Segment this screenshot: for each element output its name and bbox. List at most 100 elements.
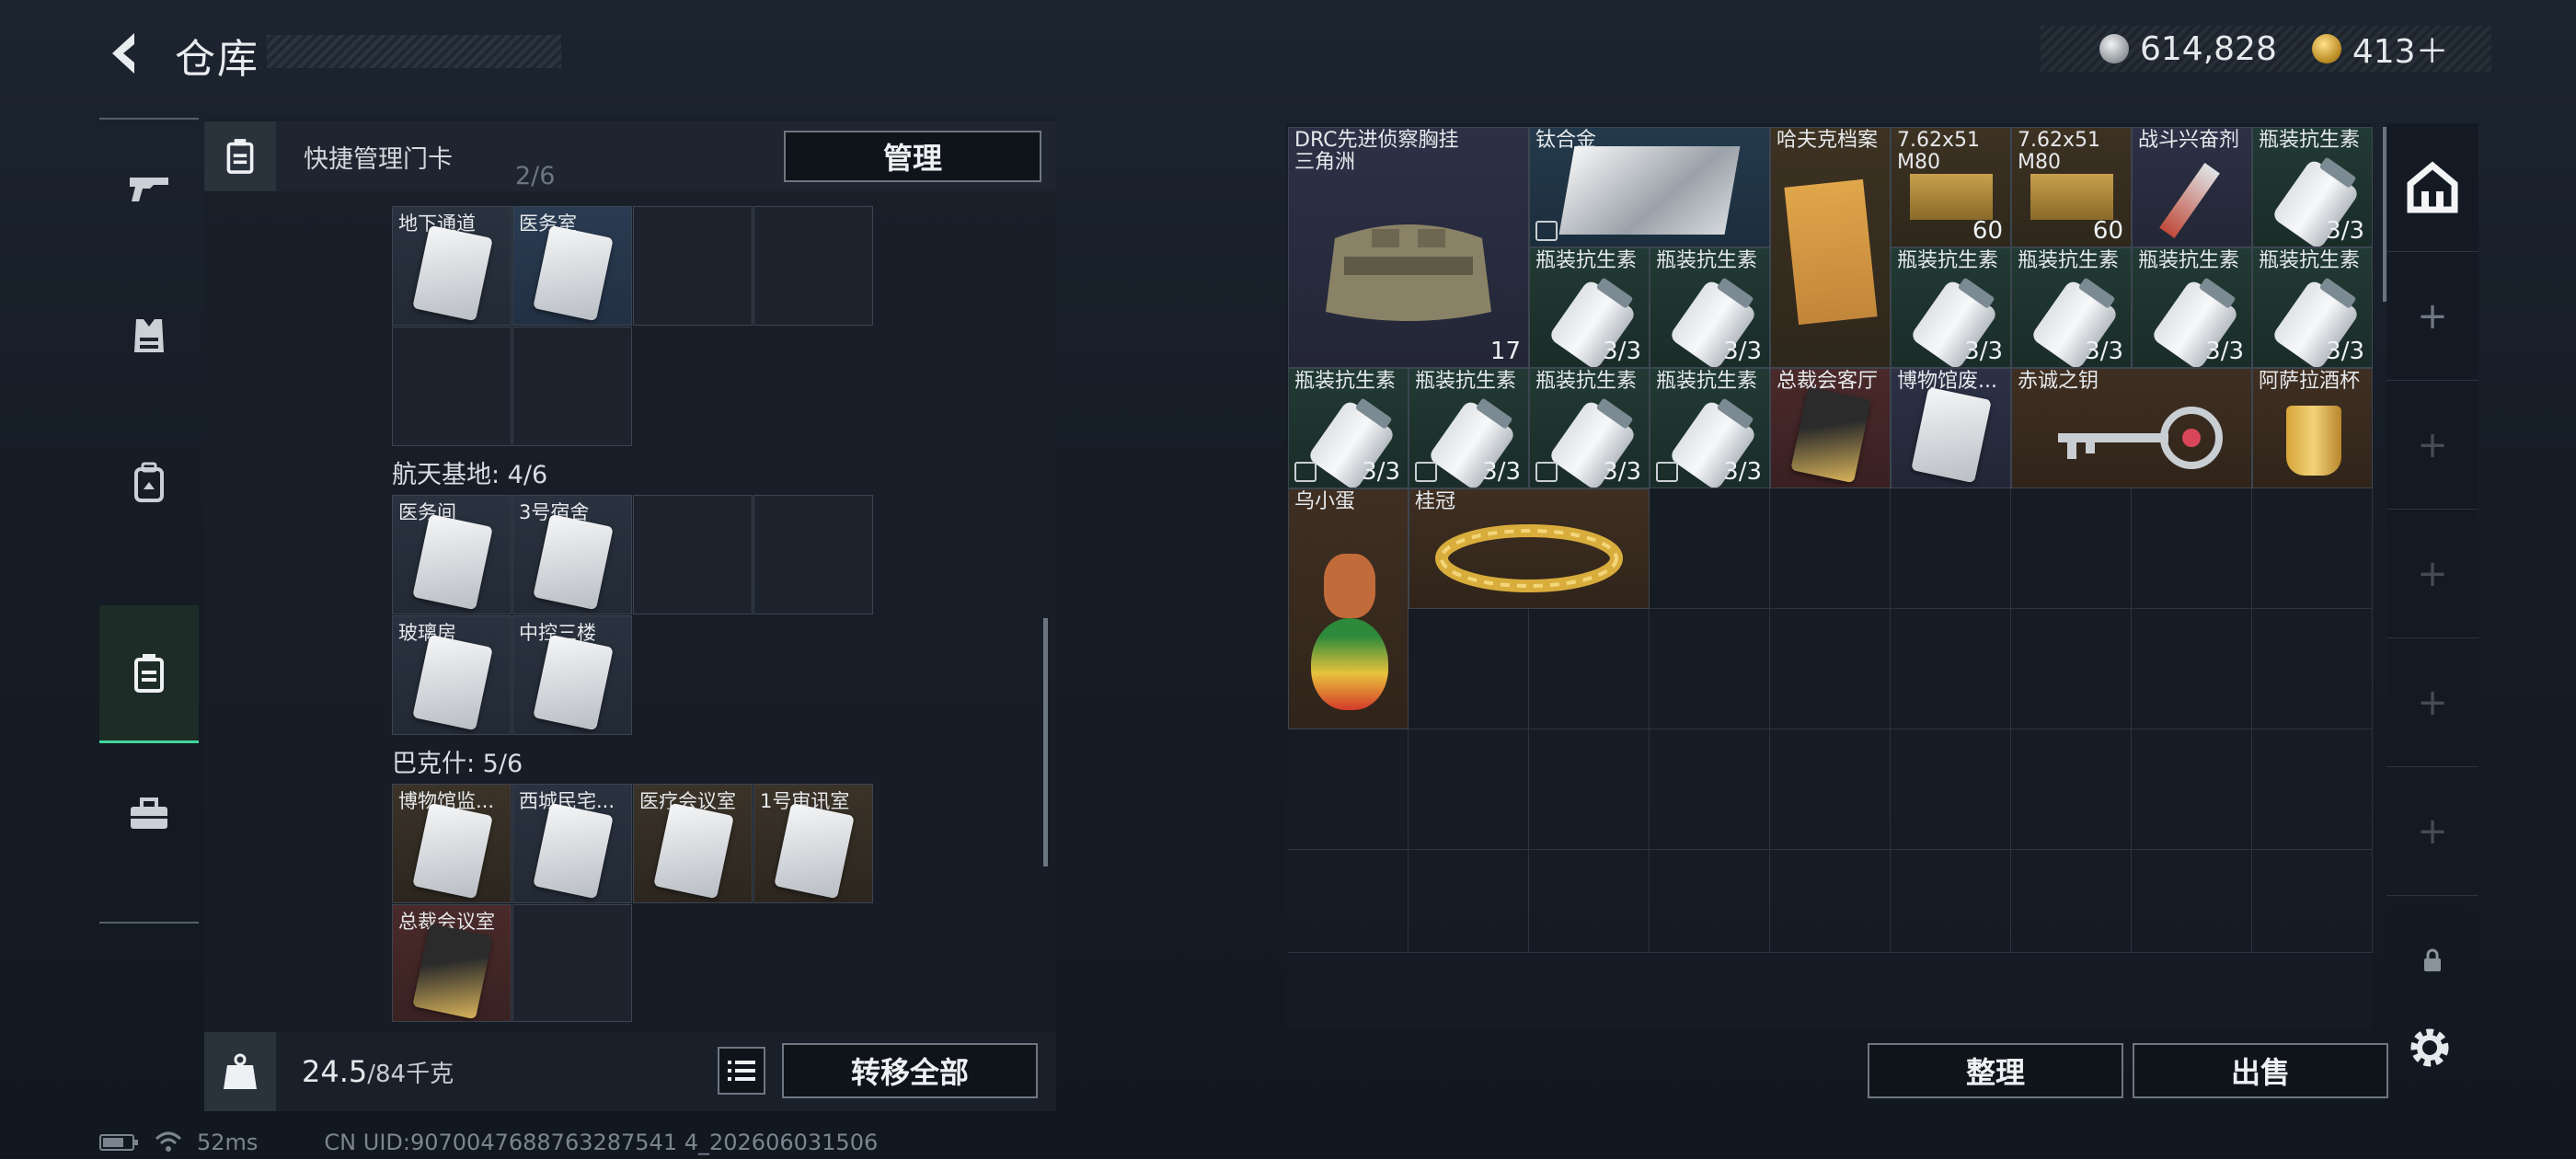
back-arrow-icon[interactable] — [99, 28, 151, 79]
grid-cell[interactable] — [1409, 729, 1529, 850]
list-view-button[interactable] — [718, 1047, 765, 1095]
grid-cell[interactable] — [2132, 609, 2252, 729]
inventory-item-keycard[interactable]: 博物馆废... — [1891, 368, 2011, 488]
inventory-item-keycard[interactable]: 总裁会客厅 — [1770, 368, 1891, 488]
nav-armor[interactable] — [99, 267, 199, 405]
keycard-slot[interactable]: 总裁会议室 — [392, 904, 512, 1022]
inventory-item-key[interactable]: 赤诚之钥 — [2011, 368, 2252, 488]
scrollbar[interactable] — [1043, 618, 1048, 866]
add-container-button[interactable]: + — [2386, 510, 2478, 638]
keycard-slot[interactable]: 博物馆监... — [392, 784, 512, 903]
grid-cell[interactable] — [1770, 488, 1891, 609]
keycard-slot[interactable]: 中控三楼 — [512, 615, 632, 735]
grid-cell[interactable] — [1891, 850, 2011, 953]
inventory-item-cup[interactable]: 阿萨拉酒杯 — [2252, 368, 2373, 488]
inventory-item-antibiotic[interactable]: 瓶装抗生素 3/3 — [2252, 127, 2373, 247]
empty-slot[interactable] — [512, 327, 632, 446]
inventory-item-ammo[interactable]: 7.62x51 M80 60 — [2011, 127, 2132, 247]
inventory-item-antibiotic[interactable]: 瓶装抗生素 3/3 — [1650, 368, 1770, 488]
inventory-item-file[interactable]: 哈夫克档案 — [1770, 127, 1891, 368]
empty-slot[interactable] — [633, 206, 753, 326]
grid-cell[interactable] — [1409, 850, 1529, 953]
grid-cell[interactable] — [1650, 488, 1770, 609]
add-container-button[interactable]: + — [2386, 638, 2478, 767]
grid-cell[interactable] — [2252, 729, 2373, 850]
grid-cell[interactable] — [2252, 850, 2373, 953]
grid-cell[interactable] — [1650, 729, 1770, 850]
keycard-slot[interactable]: 医务室 — [512, 206, 632, 326]
grid-cell[interactable] — [2132, 850, 2252, 953]
gold-amount[interactable]: 413＋ — [2352, 25, 2449, 73]
inventory-item-antibiotic[interactable]: 瓶装抗生素 3/3 — [1891, 247, 2011, 368]
grid-cell[interactable] — [2132, 488, 2252, 609]
grid-cell[interactable] — [1529, 609, 1650, 729]
grid-cell[interactable] — [1650, 850, 1770, 953]
inventory-item-antibiotic[interactable]: 瓶装抗生素 3/3 — [2252, 247, 2373, 368]
warehouse-tab[interactable] — [2386, 123, 2478, 252]
empty-slot[interactable] — [633, 495, 753, 614]
empty-slot[interactable] — [512, 904, 632, 1022]
grid-cell[interactable] — [1650, 609, 1770, 729]
lock-icon — [2424, 948, 2441, 971]
grid-cell[interactable] — [1891, 609, 2011, 729]
settings-gear-icon[interactable] — [2405, 1023, 2455, 1076]
inventory-item-antibiotic[interactable]: 瓶装抗生素 3/3 — [1529, 247, 1650, 368]
grid-cell[interactable] — [1891, 729, 2011, 850]
grid-cell[interactable] — [1891, 488, 2011, 609]
nav-keycard-case[interactable] — [99, 605, 199, 743]
keycard-slot[interactable]: 地下通道 — [392, 206, 512, 326]
nav-backpack[interactable] — [99, 414, 199, 552]
plus-icon: + — [2417, 809, 2448, 853]
transfer-all-button[interactable]: 转移全部 — [782, 1043, 1038, 1098]
add-container-button[interactable]: + — [2386, 381, 2478, 510]
nav-weapons[interactable] — [99, 120, 199, 258]
grid-cell[interactable] — [1288, 850, 1409, 953]
grid-cell[interactable] — [1770, 609, 1891, 729]
grid-cell[interactable] — [2252, 488, 2373, 609]
sort-button[interactable]: 整理 — [1868, 1043, 2123, 1098]
inventory-item-stim[interactable]: 战斗兴奋剂 — [2132, 127, 2252, 247]
grid-cell[interactable] — [1288, 729, 1409, 850]
add-container-button[interactable]: + — [2386, 767, 2478, 896]
keycard-slot[interactable]: 医务间 — [392, 495, 512, 614]
keycard-slot[interactable]: 1号审讯室 — [753, 784, 873, 903]
inventory-item-crown[interactable]: 桂冠 — [1409, 488, 1650, 609]
backpack-icon — [134, 462, 164, 502]
empty-slot[interactable] — [753, 206, 873, 326]
grid-cell[interactable] — [1770, 850, 1891, 953]
keycard-slot[interactable]: 西城民宅... — [512, 784, 632, 903]
inventory-item-vest[interactable]: DRC先进侦察胸挂 三角洲 17 — [1288, 127, 1529, 368]
inventory-item-antibiotic[interactable]: 瓶装抗生素 3/3 — [1529, 368, 1650, 488]
grid-cell[interactable] — [2011, 488, 2132, 609]
inventory-item-antibiotic[interactable]: 瓶装抗生素 3/3 — [1409, 368, 1529, 488]
grid-cell[interactable] — [1409, 609, 1529, 729]
inventory-item-antibiotic[interactable]: 瓶装抗生素 3/3 — [1288, 368, 1409, 488]
empty-slot[interactable] — [753, 495, 873, 614]
grid-cell[interactable] — [1770, 729, 1891, 850]
grid-cell[interactable] — [2252, 609, 2373, 729]
grid-cell[interactable] — [1529, 850, 1650, 953]
nav-toolbox[interactable] — [99, 745, 199, 883]
empty-slot[interactable] — [392, 327, 512, 446]
inventory-item-ammo[interactable]: 7.62x51 M80 60 — [1891, 127, 2011, 247]
grid-cell[interactable] — [2011, 609, 2132, 729]
add-container-button[interactable]: + — [2386, 252, 2478, 381]
inventory-item-titanium[interactable]: 钛合金 — [1529, 127, 1770, 247]
grid-cell[interactable] — [2011, 729, 2132, 850]
sell-button[interactable]: 出售 — [2133, 1043, 2388, 1098]
keycard-slot[interactable]: 3号宿舍 — [512, 495, 632, 614]
inventory-item-antibiotic[interactable]: 瓶装抗生素 3/3 — [1650, 247, 1770, 368]
manage-button[interactable]: 管理 — [784, 131, 1041, 182]
inventory-item-antibiotic[interactable]: 瓶装抗生素 3/3 — [2132, 247, 2252, 368]
egg-figurine-icon — [1311, 618, 1388, 710]
grid-cell[interactable] — [2132, 729, 2252, 850]
inventory-item-egg[interactable]: 乌小蛋 — [1288, 488, 1409, 729]
grid-cell[interactable] — [1529, 729, 1650, 850]
grid-cell[interactable] — [2011, 850, 2132, 953]
ping-readout: 52ms — [197, 1130, 259, 1155]
keycard-slot[interactable]: 玻璃房 — [392, 615, 512, 735]
keycard-slot[interactable]: 医疗会议室 — [633, 784, 753, 903]
item-count: 3/3 — [1362, 458, 1400, 486]
locked-slot[interactable] — [2386, 896, 2478, 1025]
inventory-item-antibiotic[interactable]: 瓶装抗生素 3/3 — [2011, 247, 2132, 368]
